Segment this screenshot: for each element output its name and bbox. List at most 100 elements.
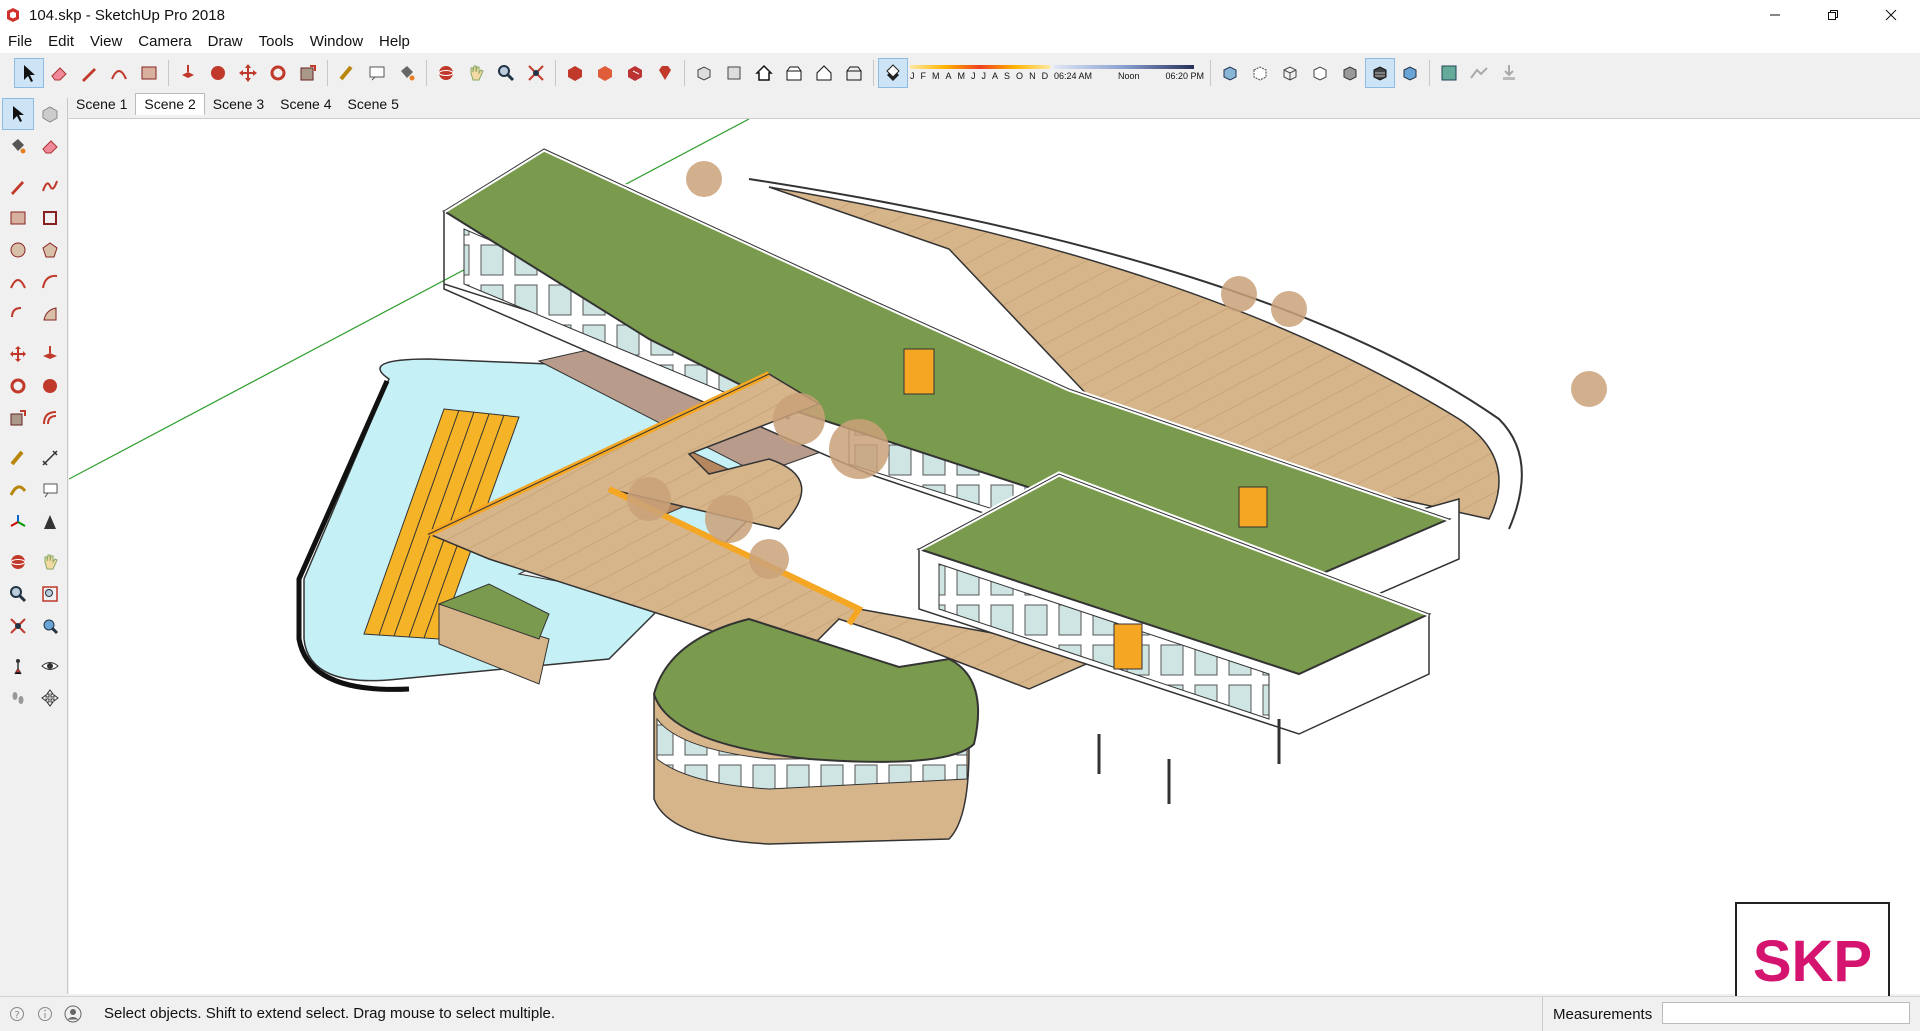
- follow-me-tool[interactable]: [34, 370, 66, 402]
- share-model-button[interactable]: [590, 58, 620, 88]
- zoom-extents-button[interactable]: [521, 58, 551, 88]
- month-slider-track[interactable]: [910, 65, 1050, 69]
- menu-edit[interactable]: Edit: [40, 33, 82, 50]
- look-around-tool[interactable]: [34, 650, 66, 682]
- tab-scene-4[interactable]: Scene 4: [272, 94, 339, 115]
- menu-tools[interactable]: Tools: [251, 33, 302, 50]
- menu-camera[interactable]: Camera: [130, 33, 199, 50]
- monochrome-style-button[interactable]: [1395, 58, 1425, 88]
- measurements-input[interactable]: [1662, 1002, 1910, 1024]
- paint-bucket-tool-button[interactable]: [392, 58, 422, 88]
- minimize-button[interactable]: [1746, 0, 1804, 30]
- tab-scene-1[interactable]: Scene 1: [68, 94, 135, 115]
- polygon-tool[interactable]: [34, 234, 66, 266]
- orbit-tool-button[interactable]: [431, 58, 461, 88]
- menu-file[interactable]: File: [0, 33, 40, 50]
- text-tool[interactable]: [34, 474, 66, 506]
- 3d-text-tool[interactable]: [34, 506, 66, 538]
- menu-window[interactable]: Window: [302, 33, 371, 50]
- model-render[interactable]: [69, 119, 1920, 994]
- pan-tool[interactable]: [34, 546, 66, 578]
- view-top-button[interactable]: [719, 58, 749, 88]
- rotate-tool-button[interactable]: [263, 58, 293, 88]
- arc-tool-button[interactable]: [104, 58, 134, 88]
- view-left-button[interactable]: [839, 58, 869, 88]
- tab-scene-2[interactable]: Scene 2: [135, 93, 205, 115]
- share-component-button[interactable]: [620, 58, 650, 88]
- protractor-tool[interactable]: [2, 474, 34, 506]
- rectangle-tool-button[interactable]: [134, 58, 164, 88]
- photo-texture-button[interactable]: [1494, 58, 1524, 88]
- menu-help[interactable]: Help: [371, 33, 418, 50]
- arc-tool[interactable]: [2, 266, 34, 298]
- position-camera-tool[interactable]: [2, 650, 34, 682]
- dimension-tool[interactable]: [34, 442, 66, 474]
- walk-tool[interactable]: [2, 682, 34, 714]
- pan-tool-button[interactable]: [461, 58, 491, 88]
- hidden-line-style-button[interactable]: [1305, 58, 1335, 88]
- shadow-time-slider[interactable]: 06:24 AM Noon 06:20 PM: [1054, 58, 1204, 88]
- rectangle-tool[interactable]: [2, 202, 34, 234]
- three-point-arc-tool[interactable]: [2, 298, 34, 330]
- paint-bucket-tool[interactable]: [2, 130, 34, 162]
- eraser-tool-button[interactable]: [44, 58, 74, 88]
- add-location-button[interactable]: [1434, 58, 1464, 88]
- menu-view[interactable]: View: [82, 33, 130, 50]
- text-tool-button[interactable]: [362, 58, 392, 88]
- orbit-tool[interactable]: [2, 546, 34, 578]
- time-slider-track[interactable]: [1054, 65, 1194, 69]
- xray-style-button[interactable]: [1215, 58, 1245, 88]
- back-edges-style-button[interactable]: [1245, 58, 1275, 88]
- select-tool[interactable]: [2, 98, 34, 130]
- zoom-tool-button[interactable]: [491, 58, 521, 88]
- restore-button[interactable]: [1804, 0, 1862, 30]
- move-tool-button[interactable]: [233, 58, 263, 88]
- eraser-tool[interactable]: [34, 130, 66, 162]
- extension-warehouse-button[interactable]: [650, 58, 680, 88]
- zoom-window-tool[interactable]: [34, 578, 66, 610]
- tape-measure-tool-button[interactable]: [332, 58, 362, 88]
- rotated-rectangle-tool[interactable]: [34, 202, 66, 234]
- push-pull-tool-button[interactable]: [173, 58, 203, 88]
- freehand-tool[interactable]: [34, 170, 66, 202]
- follow-me-tool-button[interactable]: [203, 58, 233, 88]
- shaded-with-textures-style-button[interactable]: [1365, 58, 1395, 88]
- toggle-terrain-button[interactable]: [1464, 58, 1494, 88]
- credits-status[interactable]: [34, 1003, 56, 1025]
- zoom-tool[interactable]: [2, 578, 34, 610]
- two-point-arc-tool[interactable]: [34, 266, 66, 298]
- make-component-tool[interactable]: [34, 98, 66, 130]
- offset-tool[interactable]: [34, 402, 66, 434]
- push-pull-tool[interactable]: [34, 338, 66, 370]
- circle-tool[interactable]: [2, 234, 34, 266]
- sign-in-status[interactable]: [62, 1003, 84, 1025]
- menu-draw[interactable]: Draw: [200, 33, 251, 50]
- rotate-tool[interactable]: [2, 370, 34, 402]
- modeling-viewport[interactable]: [69, 118, 1920, 994]
- scale-tool[interactable]: [2, 402, 34, 434]
- wireframe-style-button[interactable]: [1275, 58, 1305, 88]
- select-tool-button[interactable]: [14, 58, 44, 88]
- view-iso-button[interactable]: [689, 58, 719, 88]
- display-shadows-button[interactable]: [878, 58, 908, 88]
- pie-tool[interactable]: [34, 298, 66, 330]
- view-right-button[interactable]: [779, 58, 809, 88]
- tab-scene-5[interactable]: Scene 5: [340, 94, 407, 115]
- zoom-extents-tool[interactable]: [2, 610, 34, 642]
- close-button[interactable]: [1862, 0, 1920, 30]
- geo-location-status[interactable]: ?: [6, 1003, 28, 1025]
- previous-view-tool[interactable]: [34, 610, 66, 642]
- shadow-date-slider[interactable]: J F M A M J J A S O N D: [910, 58, 1050, 88]
- move-tool[interactable]: [2, 338, 34, 370]
- warehouse-button[interactable]: [560, 58, 590, 88]
- line-tool[interactable]: [2, 170, 34, 202]
- axes-tool[interactable]: [2, 506, 34, 538]
- line-tool-button[interactable]: [74, 58, 104, 88]
- scale-tool-button[interactable]: [293, 58, 323, 88]
- tape-measure-tool[interactable]: [2, 442, 34, 474]
- view-back-button[interactable]: [809, 58, 839, 88]
- view-front-button[interactable]: [749, 58, 779, 88]
- shaded-style-button[interactable]: [1335, 58, 1365, 88]
- tab-scene-3[interactable]: Scene 3: [205, 94, 272, 115]
- section-plane-tool[interactable]: [34, 682, 66, 714]
